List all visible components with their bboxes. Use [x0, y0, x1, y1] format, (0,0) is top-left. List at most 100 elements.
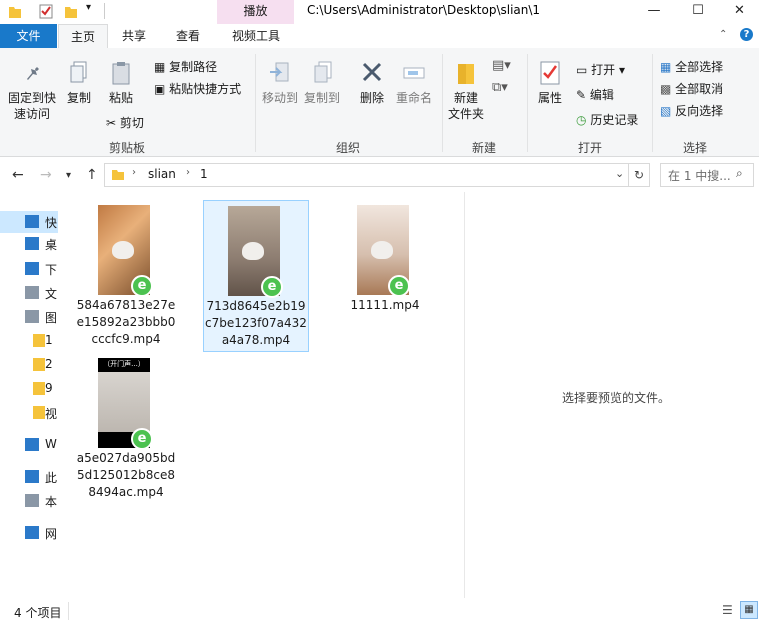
file-item[interactable]: e 11111.mp4	[333, 199, 437, 313]
recent-locations-icon[interactable]: ▾	[66, 170, 71, 181]
breadcrumb-slian[interactable]: slian	[148, 167, 176, 181]
group-separator	[527, 54, 528, 152]
nav-item-label: 快	[45, 216, 58, 230]
nav-item-label: 下	[45, 263, 58, 277]
history-button[interactable]: ◷ 历史记录	[576, 111, 638, 128]
folder-icon	[33, 358, 45, 371]
nav-item-label: 桌	[45, 238, 58, 252]
copy-path-button[interactable]: ▦ 复制路径	[154, 58, 217, 75]
nav-item[interactable]: 快	[0, 211, 58, 233]
player-app-icon: e	[261, 276, 283, 298]
properties-button[interactable]: 属性	[532, 60, 568, 106]
nav-item[interactable]: 本	[0, 490, 58, 512]
rename-button[interactable]: 重命名	[394, 60, 434, 106]
maximize-button[interactable]: ☐	[676, 0, 720, 24]
file-item[interactable]: e 584a67813e27ee15892a23bbb0cccfc9.mp4	[74, 199, 178, 346]
nav-item[interactable]: 此	[0, 466, 58, 488]
delete-button[interactable]: 删除	[354, 60, 390, 106]
close-button[interactable]: ✕	[720, 0, 759, 24]
address-dropdown-icon[interactable]: ⌄	[615, 167, 624, 180]
nav-item[interactable]: 下	[0, 258, 58, 280]
new-folder-icon[interactable]	[64, 3, 78, 19]
tab-home[interactable]: 主页	[58, 24, 108, 49]
easy-access-icon[interactable]: ⧉▾	[492, 80, 508, 95]
up-arrow-icon[interactable]: ↑	[86, 167, 98, 183]
folder-icon[interactable]	[8, 3, 22, 19]
tab-file[interactable]: 文件	[0, 24, 57, 48]
forward-arrow-icon[interactable]: →	[40, 167, 52, 183]
tab-video-tools[interactable]: 视频工具	[218, 24, 294, 48]
nav-item[interactable]: 9	[0, 378, 58, 400]
organize-group-label: 组织	[335, 141, 360, 155]
new-folder-button[interactable]: 新建 文件夹	[446, 60, 486, 122]
back-arrow-icon[interactable]: ←	[12, 167, 24, 183]
delete-label: 删除	[359, 91, 384, 105]
file-item[interactable]: （开门声...） e a5e027da905bd5d125012b8ce88494a…	[74, 352, 178, 499]
nav-item[interactable]: 1	[0, 330, 58, 352]
details-view-icon[interactable]: ☰	[722, 603, 733, 617]
collapse-ribbon-icon[interactable]: ⌃	[719, 29, 727, 40]
folder-icon	[33, 382, 45, 395]
minimize-button[interactable]: —	[632, 0, 676, 24]
search-input[interactable]: 在 1 中搜...	[668, 167, 731, 184]
qat-dropdown-icon[interactable]: ▾	[86, 2, 91, 13]
search-box[interactable]: 在 1 中搜... ⌕	[660, 163, 754, 187]
paste-shortcut-button[interactable]: ▣ 粘贴快捷方式	[154, 80, 241, 97]
invert-selection-button[interactable]: ▧ 反向选择	[660, 102, 723, 119]
nav-item-label: 网	[45, 527, 58, 541]
nav-item-label: 图	[45, 311, 58, 325]
file-item[interactable]: e 713d8645e2b19c7be123f07a432a4a78.mp4	[203, 200, 309, 352]
download-icon	[25, 262, 39, 275]
large-icons-view-icon[interactable]: ▦	[740, 601, 758, 619]
properties-check-icon	[540, 61, 560, 85]
cut-button[interactable]: ✂ 剪切	[106, 114, 144, 131]
paste-icon	[112, 62, 130, 85]
search-icon[interactable]: ⌕	[736, 166, 743, 181]
refresh-icon[interactable]: ↻	[628, 163, 650, 187]
nav-item[interactable]: 图	[0, 306, 58, 328]
properties-icon[interactable]	[39, 3, 53, 19]
copy-button[interactable]: 复制	[62, 60, 96, 106]
rename-icon	[403, 67, 425, 79]
select-all-icon: ▦	[660, 60, 672, 74]
nav-item-label: 1	[45, 333, 53, 347]
folder-icon	[33, 334, 45, 347]
edit-icon: ✎	[576, 88, 587, 102]
nav-item-label: 视	[45, 407, 58, 421]
invert-selection-label: 反向选择	[675, 104, 724, 118]
onedrive-icon	[25, 438, 39, 451]
nav-item[interactable]: 桌	[0, 233, 58, 255]
copy-to-button[interactable]: 复制到	[302, 60, 342, 106]
open-icon: ▭	[576, 63, 588, 77]
file-name: 11111.mp4	[350, 298, 420, 312]
pc-icon	[25, 470, 39, 483]
move-to-icon	[270, 62, 289, 82]
help-icon[interactable]: ?	[740, 28, 753, 41]
nav-item-label: W	[45, 437, 57, 451]
copy-path-label: 复制路径	[169, 60, 218, 74]
select-all-button[interactable]: ▦ 全部选择	[660, 58, 723, 75]
new-item-icon[interactable]: ▤▾	[492, 58, 511, 73]
desktop-icon	[25, 237, 39, 250]
nav-item[interactable]: W	[0, 434, 58, 456]
nav-item[interactable]: 网	[0, 522, 58, 544]
move-to-button[interactable]: 移动到	[260, 60, 300, 106]
tab-share[interactable]: 共享	[110, 24, 158, 48]
breadcrumb-1[interactable]: 1	[200, 167, 208, 181]
select-none-button[interactable]: ▩ 全部取消	[660, 80, 723, 97]
tab-view[interactable]: 查看	[164, 24, 212, 48]
select-all-label: 全部选择	[675, 60, 724, 74]
address-bar[interactable]: › slian › 1 ⌄	[104, 163, 629, 187]
pin-quick-access-button[interactable]: 固定到快 速访问	[4, 60, 60, 122]
thumbnail-caption: （开门声...）	[103, 360, 145, 368]
cat-shape	[112, 241, 134, 259]
rename-label: 重命名	[395, 91, 432, 105]
open-button[interactable]: ▭ 打开 ▾	[576, 61, 625, 78]
nav-item[interactable]: 视	[0, 402, 58, 424]
paste-button[interactable]: 粘贴	[104, 60, 138, 106]
nav-item[interactable]: 2	[0, 354, 58, 376]
edit-button[interactable]: ✎ 编辑	[576, 86, 614, 103]
nav-item[interactable]: 文	[0, 282, 58, 304]
context-tab-play[interactable]: 播放	[217, 0, 294, 24]
window-title: C:\Users\Administrator\Desktop\slian\1	[307, 3, 541, 17]
